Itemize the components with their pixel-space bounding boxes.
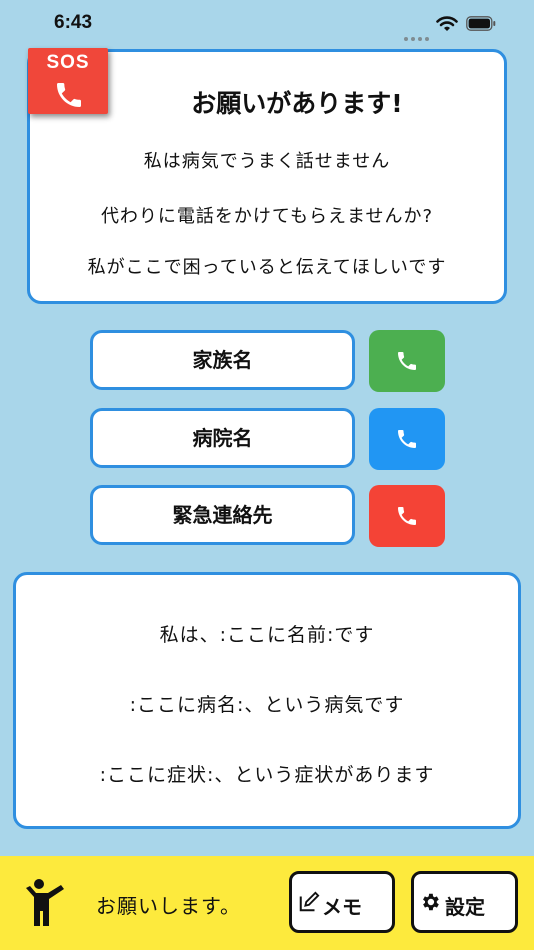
sos-label: SOS [46,52,90,73]
request-line-1: 私は病気でうまく話せません [143,151,391,172]
info-symptom-line: :ここに症状:、という症状があります [99,764,435,786]
gear-icon [423,893,439,911]
call-family-button[interactable] [369,330,445,392]
settings-label: 設定 [445,895,485,919]
call-hospital-button[interactable] [369,408,445,470]
info-card: 私は、:ここに名前:です :ここに病名:、という病気です :ここに症状:、という… [13,572,521,829]
contact-family-button[interactable]: 家族名 [90,330,355,390]
settings-button[interactable]: 設定 [411,871,518,933]
request-line-3: 私がここで困っていると伝えてほしいです [87,257,447,278]
status-time: 6:43 [54,12,93,33]
please-message: お願いします。 [96,894,241,918]
phone-icon [398,430,416,448]
phone-icon [57,83,81,107]
contact-hospital-button[interactable]: 病院名 [90,408,355,468]
memo-label: メモ [322,895,362,919]
info-name-line: 私は、:ここに名前:です [159,624,375,646]
battery-icon [466,16,496,31]
wifi-icon [436,16,458,31]
phone-icon [398,507,416,525]
signal-dots-icon [404,26,432,45]
status-bar: 6:43 [0,0,534,48]
sos-button[interactable]: SOS [28,48,108,114]
person-waving-icon [26,879,64,926]
contact-emergency-button[interactable]: 緊急連絡先 [90,485,355,545]
bottom-bar: お願いします。 メモ 設定 [0,856,534,950]
memo-edit-icon [299,891,320,912]
info-disease-line: :ここに病名:、という病気です [129,694,405,716]
call-emergency-button[interactable] [369,485,445,547]
request-line-2: 代わりに電話をかけてもらえませんか? [100,206,434,227]
memo-button[interactable]: メモ [289,871,395,933]
phone-icon [398,352,416,370]
